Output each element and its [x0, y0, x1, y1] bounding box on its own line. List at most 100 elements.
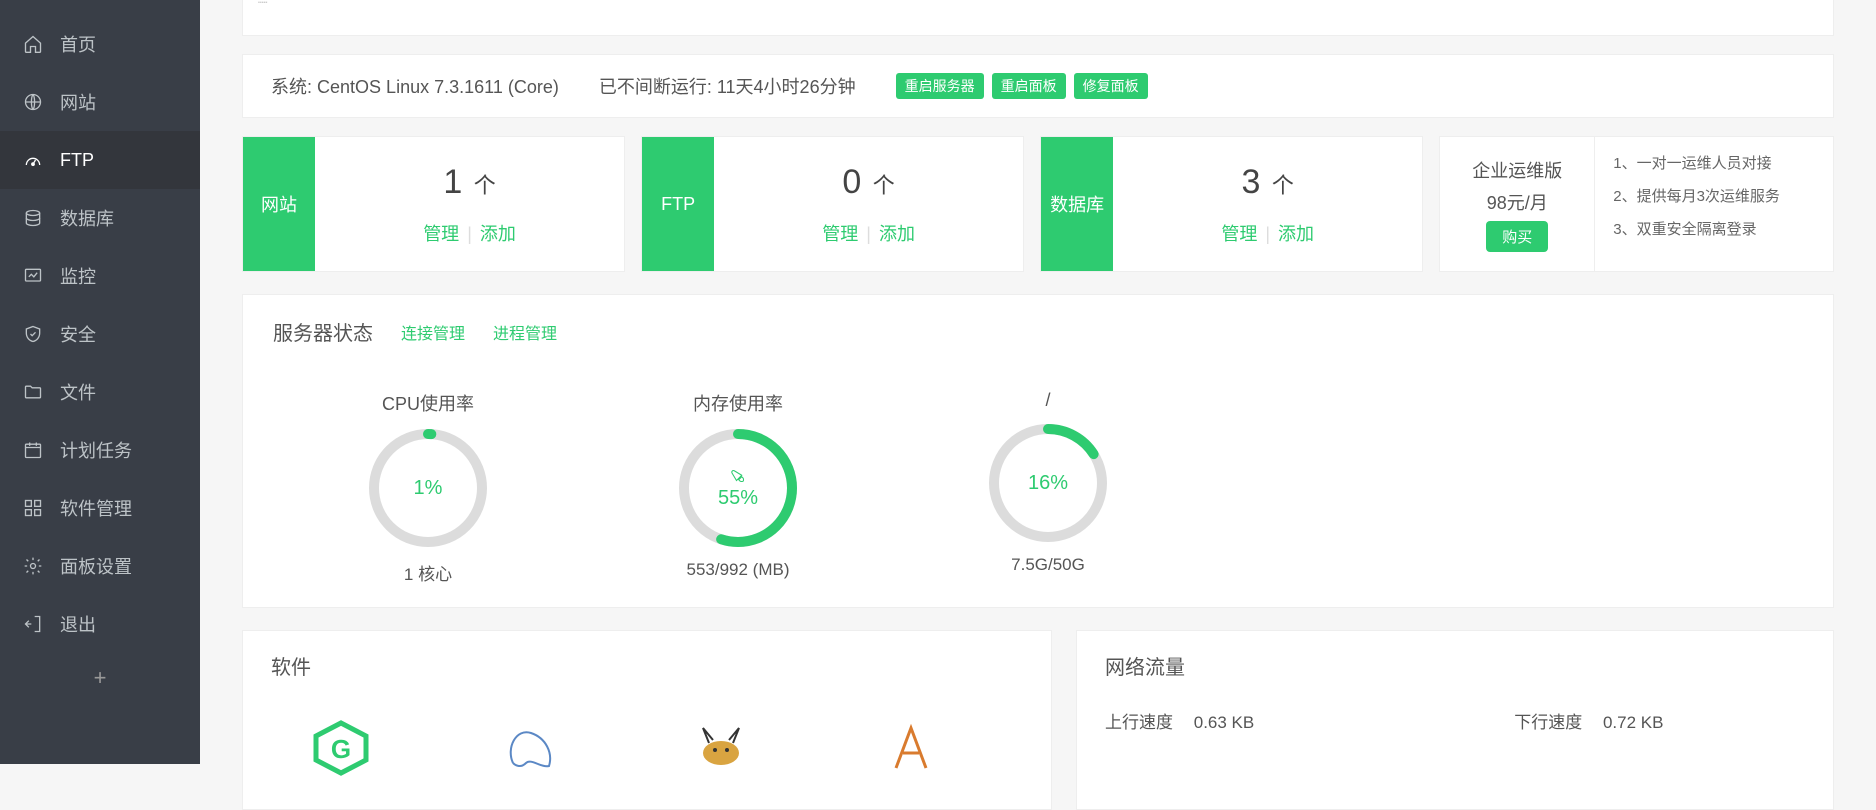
- uptime-value: 11天4小时26分钟: [717, 77, 856, 97]
- sidebar-item-database[interactable]: 数据库: [0, 189, 200, 247]
- gauge-percent: 1%: [366, 426, 490, 550]
- sidebar-item-label: 监控: [60, 263, 96, 289]
- system-label: 系统:: [271, 77, 312, 97]
- sidebar-item-label: 计划任务: [60, 437, 132, 463]
- stat-cards-row: 网站 1 个 管理|添加 FTP 0 个 管理|添加 数据库 3 个: [242, 136, 1834, 272]
- system-info: 系统: CentOS Linux 7.3.1611 (Core): [271, 73, 559, 99]
- system-info-row: 系统: CentOS Linux 7.3.1611 (Core) 已不间断运行:…: [242, 54, 1834, 118]
- exit-icon: [22, 613, 44, 635]
- stat-count: 0 个: [842, 163, 894, 202]
- stat-tag: 网站: [243, 137, 315, 271]
- bottom-row: 软件 G 网络流量 上行速度 0.63 KB 下行速度 0.72 KB: [242, 630, 1834, 810]
- traffic-down: 下行速度 0.72 KB: [1514, 708, 1663, 733]
- sidebar-item-monitor[interactable]: 监控: [0, 247, 200, 305]
- mysql-icon[interactable]: [501, 718, 561, 778]
- sidebar-item-label: 首页: [60, 31, 96, 57]
- manage-link[interactable]: 管理: [423, 224, 459, 244]
- shield-icon: [22, 323, 44, 345]
- topbar: :::::: [242, 0, 1834, 36]
- uptime-info: 已不间断运行: 11天4小时26分钟: [599, 73, 856, 99]
- gauge: 内存使用率 55% 553/992 (MB): [613, 390, 863, 585]
- apache-icon[interactable]: [881, 718, 941, 778]
- server-status-panel: 服务器状态 连接管理 进程管理 CPU使用率 1% 1 核心 内存使用率: [242, 294, 1834, 608]
- promo-feature: 3、双重安全隔离登录: [1613, 213, 1815, 246]
- restart-server-button[interactable]: 重启服务器: [896, 73, 984, 99]
- promo-card: 企业运维版 98元/月 购买 1、一对一运维人员对接 2、提供每月3次运维服务 …: [1439, 136, 1834, 272]
- software-title: 软件: [271, 651, 1023, 680]
- server-status-title: 服务器状态: [273, 317, 373, 346]
- stat-card-database: 数据库 3 个 管理|添加: [1040, 136, 1423, 272]
- add-link[interactable]: 添加: [1278, 224, 1314, 244]
- stat-tag: FTP: [642, 137, 714, 271]
- traffic-down-value: 0.72 KB: [1603, 713, 1664, 732]
- gauge-percent: 55%: [676, 426, 800, 550]
- sidebar-item-logout[interactable]: 退出: [0, 595, 200, 653]
- svg-text:G: G: [331, 734, 351, 764]
- sidebar-item-site[interactable]: 网站: [0, 73, 200, 131]
- gauge-circle[interactable]: 55%: [676, 426, 800, 550]
- grip-icon: :::::: [257, 0, 266, 6]
- stat-tag: 数据库: [1041, 137, 1113, 271]
- sidebar-item-label: 文件: [60, 379, 96, 405]
- software-panel: 软件 G: [242, 630, 1052, 810]
- sidebar-item-label: 退出: [60, 611, 96, 637]
- sidebar-item-cron[interactable]: 计划任务: [0, 421, 200, 479]
- gauges-row: CPU使用率 1% 1 核心 内存使用率 55% 553/992 (MB): [273, 390, 1803, 585]
- process-manage-link[interactable]: 进程管理: [493, 320, 557, 344]
- gauge-circle[interactable]: 1%: [366, 426, 490, 550]
- traffic-down-label: 下行速度: [1514, 713, 1582, 732]
- gauge-percent: 16%: [986, 421, 1110, 545]
- manage-link[interactable]: 管理: [1221, 224, 1257, 244]
- promo-feature: 2、提供每月3次运维服务: [1613, 180, 1815, 213]
- gauge: / 16% 7.5G/50G: [923, 390, 1173, 585]
- sidebar-item-software[interactable]: 软件管理: [0, 479, 200, 537]
- sidebar-add-button[interactable]: +: [0, 653, 200, 703]
- stat-count: 1 个: [443, 163, 495, 202]
- gauge-title: /: [1045, 390, 1050, 411]
- gauge-title: 内存使用率: [693, 390, 783, 416]
- sidebar-item-files[interactable]: 文件: [0, 363, 200, 421]
- repair-panel-button[interactable]: 修复面板: [1074, 73, 1148, 99]
- sidebar-item-security[interactable]: 安全: [0, 305, 200, 363]
- promo-title: 企业运维版: [1472, 157, 1562, 183]
- promo-buy-button[interactable]: 购买: [1486, 221, 1548, 252]
- promo-feature: 1、一对一运维人员对接: [1613, 147, 1815, 180]
- nginx-icon[interactable]: G: [311, 718, 371, 778]
- sidebar-item-label: 安全: [60, 321, 96, 347]
- sidebar-item-ftp[interactable]: FTP: [0, 131, 200, 189]
- calendar-icon: [22, 439, 44, 461]
- gauge-subtitle: 1 核心: [404, 560, 452, 585]
- connection-manage-link[interactable]: 连接管理: [401, 320, 465, 344]
- sidebar-item-label: 数据库: [60, 205, 114, 231]
- add-link[interactable]: 添加: [480, 224, 516, 244]
- traffic-title: 网络流量: [1105, 651, 1805, 680]
- sidebar-item-label: 软件管理: [60, 495, 132, 521]
- sidebar-item-label: 面板设置: [60, 553, 132, 579]
- system-value: CentOS Linux 7.3.1611 (Core): [317, 77, 559, 97]
- promo-price: 98元/月: [1487, 189, 1548, 215]
- stat-card-ftp: FTP 0 个 管理|添加: [641, 136, 1024, 272]
- dial-icon: [22, 149, 44, 171]
- gauge-circle[interactable]: 16%: [986, 421, 1110, 545]
- tomcat-icon[interactable]: [691, 718, 751, 778]
- gear-icon: [22, 555, 44, 577]
- traffic-up: 上行速度 0.63 KB: [1105, 708, 1254, 733]
- stat-count: 3 个: [1242, 163, 1294, 202]
- main: ::::: 系统: CentOS Linux 7.3.1611 (Core) 已…: [200, 0, 1876, 810]
- database-icon: [22, 207, 44, 229]
- restart-panel-button[interactable]: 重启面板: [992, 73, 1066, 99]
- sidebar-item-home[interactable]: 首页: [0, 15, 200, 73]
- manage-link[interactable]: 管理: [822, 224, 858, 244]
- stat-card-site: 网站 1 个 管理|添加: [242, 136, 625, 272]
- sidebar-item-label: FTP: [60, 150, 94, 171]
- folder-icon: [22, 381, 44, 403]
- add-link[interactable]: 添加: [879, 224, 915, 244]
- traffic-panel: 网络流量 上行速度 0.63 KB 下行速度 0.72 KB: [1076, 630, 1834, 810]
- gauge-subtitle: 553/992 (MB): [687, 560, 790, 580]
- gauge-title: CPU使用率: [382, 390, 474, 416]
- sidebar-item-settings[interactable]: 面板设置: [0, 537, 200, 595]
- uptime-label: 已不间断运行:: [599, 77, 712, 97]
- gauge-subtitle: 7.5G/50G: [1011, 555, 1085, 575]
- home-icon: [22, 33, 44, 55]
- apps-icon: [22, 497, 44, 519]
